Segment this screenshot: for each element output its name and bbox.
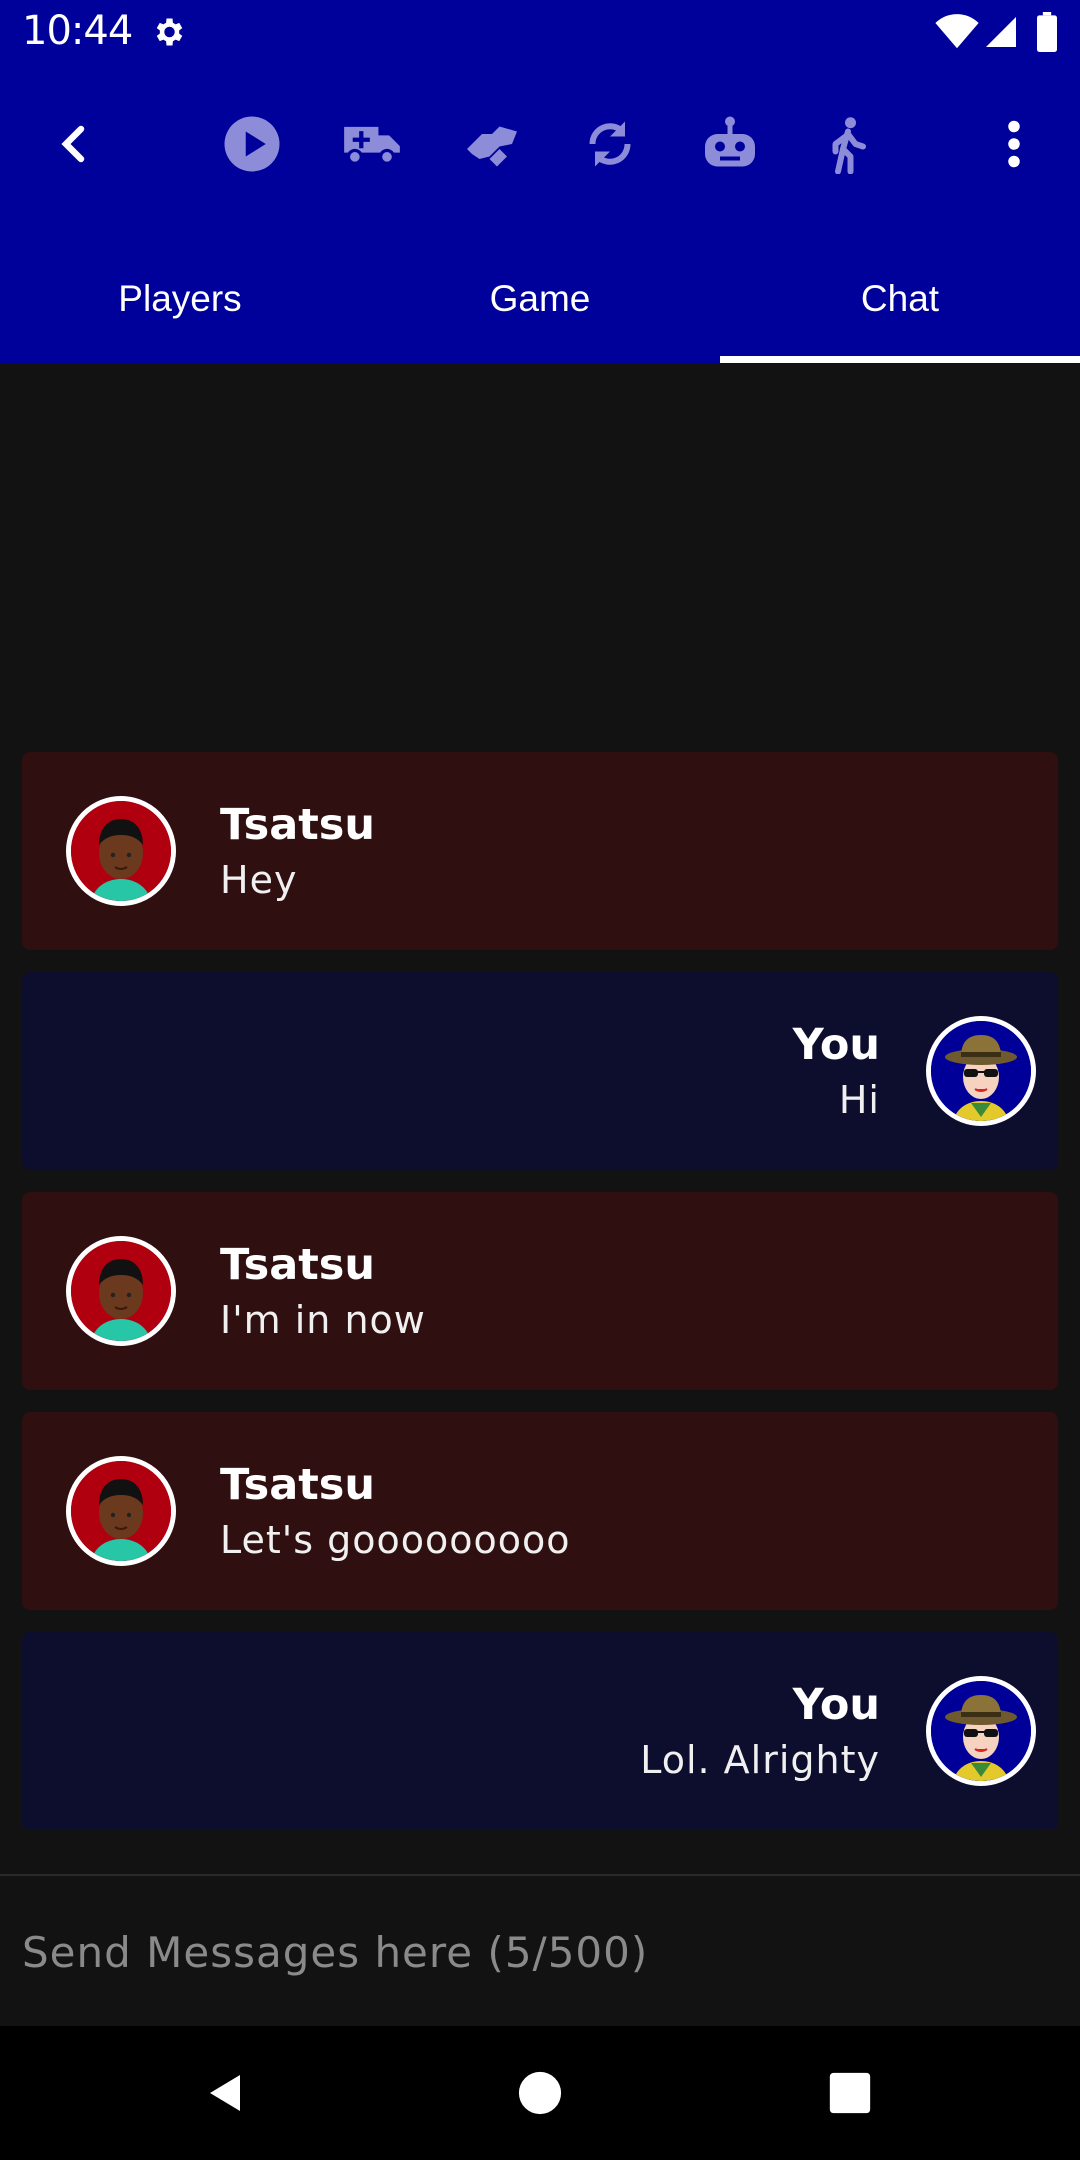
message-sender: You [792,1020,880,1070]
boy-avatar-icon [71,1461,171,1561]
play-button[interactable] [208,100,296,188]
active-tab-indicator [720,356,1080,363]
chat-message: Tsatsu Let's gooooooooo [22,1412,1058,1610]
nav-back-button[interactable] [186,2053,266,2133]
message-sender: Tsatsu [220,1460,375,1510]
chat-message: You Lol. Alrighty [22,1632,1058,1830]
nav-back-icon [210,2075,240,2111]
hat-sunglasses-avatar-icon [931,1021,1031,1121]
tab-chat[interactable]: Chat [720,235,1080,363]
message-text: Hi [838,1078,880,1122]
play-icon [224,116,280,172]
chat-message: Tsatsu Hey [22,752,1058,950]
chat-message: Tsatsu I'm in now [22,1192,1058,1390]
message-sender: Tsatsu [220,1240,375,1290]
wifi-icon [935,14,979,49]
avatar [926,1016,1036,1126]
message-composer [0,1876,1080,2026]
message-input[interactable] [22,1916,1058,1988]
status-time: 10:44 [22,8,133,54]
tab-bar: Players Game Chat [0,235,1080,363]
ambulance-button[interactable] [328,100,416,188]
avatar [66,1236,176,1346]
handshake-button[interactable] [448,100,536,188]
settings-gear-icon [156,18,183,46]
sync-icon [589,121,631,167]
hat-sunglasses-avatar-icon [931,1681,1031,1781]
sync-button[interactable] [566,100,654,188]
walk-icon [832,117,866,174]
tab-game[interactable]: Game [360,235,720,363]
boy-avatar-icon [71,801,171,901]
more-options-button[interactable] [970,100,1058,188]
tab-label: Game [489,278,591,319]
message-text: I'm in now [220,1298,426,1342]
more-vert-icon [1008,120,1020,168]
avatar [926,1676,1036,1786]
nav-home-button[interactable] [500,2053,580,2133]
tab-label: Chat [860,278,940,319]
ambulance-icon [344,126,400,165]
boy-avatar-icon [71,1241,171,1341]
back-arrow-icon [61,125,85,163]
message-sender: You [792,1680,880,1730]
tab-players[interactable]: Players [0,235,360,363]
back-button[interactable] [32,100,120,188]
tab-label: Players [118,278,242,319]
message-sender: Tsatsu [220,800,375,850]
nav-home-icon [518,2071,562,2115]
robot-button[interactable] [686,100,774,188]
robot-icon [705,116,755,167]
status-bar: 10:44 [0,0,1080,66]
message-text: Lol. Alrighty [640,1738,880,1782]
nav-recents-button[interactable] [810,2053,890,2133]
avatar [66,1456,176,1566]
cell-signal-icon [986,17,1016,47]
avatar [66,796,176,906]
walk-button[interactable] [804,100,892,188]
chat-message: You Hi [22,972,1058,1170]
nav-recents-icon [829,2072,871,2114]
system-nav-bar [0,2026,1080,2160]
message-text: Hey [220,858,298,902]
app-bar: 10:44 Players Game Chat [0,0,1080,363]
message-text: Let's gooooooooo [220,1518,571,1562]
handshake-icon [467,126,517,167]
battery-icon [1037,12,1057,52]
